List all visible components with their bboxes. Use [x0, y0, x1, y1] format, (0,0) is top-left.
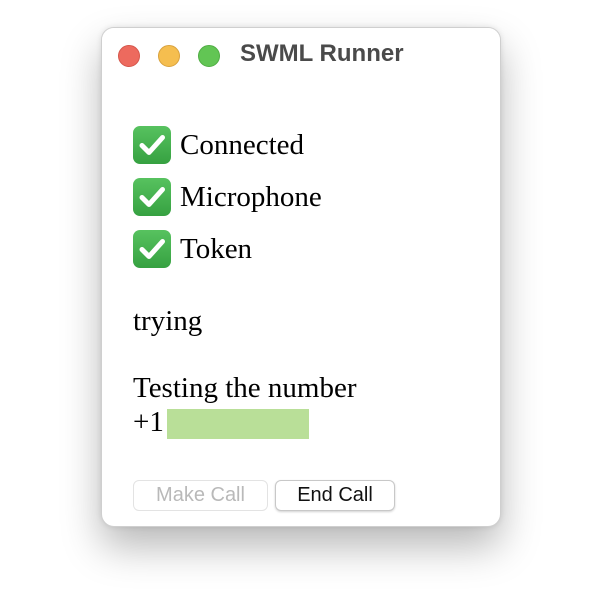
- status-label: Token: [180, 232, 253, 265]
- check-mark-icon: [133, 178, 171, 216]
- message-line-1: Testing the number: [133, 372, 357, 404]
- check-mark-icon: [133, 230, 171, 268]
- status-label: Microphone: [180, 180, 322, 213]
- redaction-box: [167, 409, 309, 439]
- check-mark-icon: [133, 126, 171, 164]
- status-microphone: Microphone: [133, 177, 322, 217]
- status-connected: Connected: [133, 125, 304, 165]
- main-content: Connected Microphone Token trying Testin…: [102, 28, 500, 526]
- call-state-text: trying: [133, 305, 203, 337]
- end-call-button[interactable]: End Call: [275, 480, 395, 511]
- status-label: Connected: [180, 128, 305, 161]
- app-window: SWML Runner Connected Microphone Token t…: [101, 27, 501, 527]
- status-token: Token: [133, 229, 252, 269]
- make-call-button[interactable]: Make Call: [133, 480, 268, 511]
